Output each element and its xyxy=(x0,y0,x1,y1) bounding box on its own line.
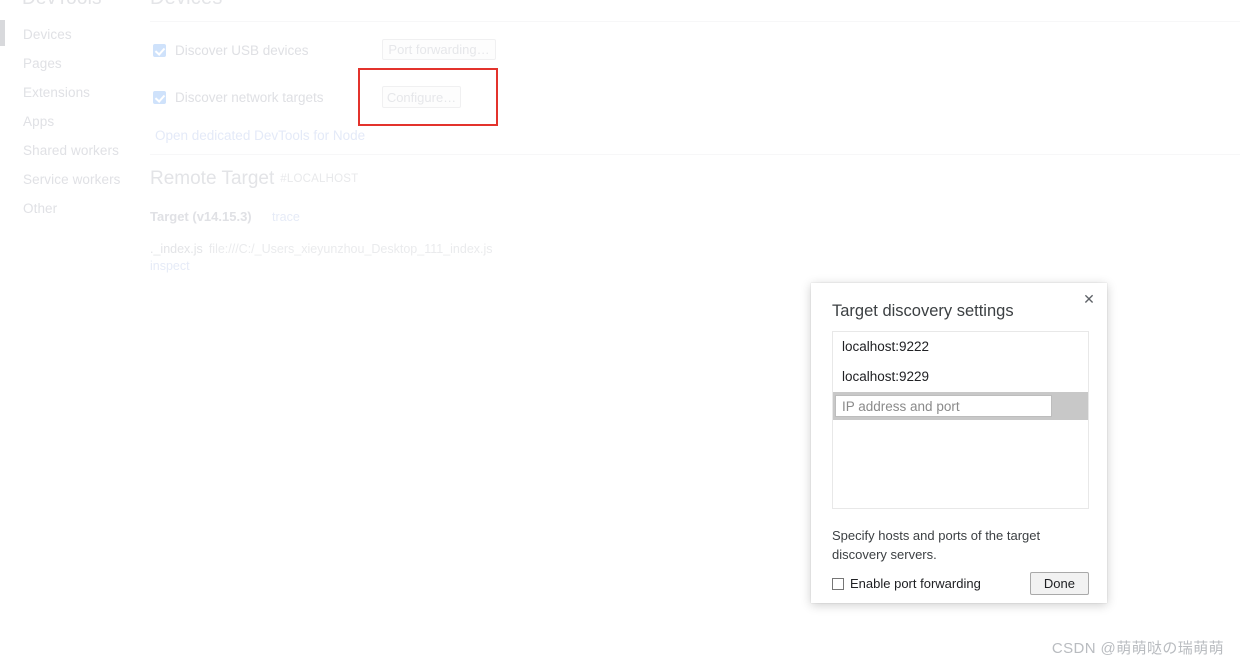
inspect-page: DevTools Devices Pages Extensions Apps S… xyxy=(0,0,1240,666)
target-file-url: file:///C:/_Users_xieyunzhou_Desktop_111… xyxy=(208,242,493,256)
target-file-block: ._index.js file:///C:/_Users_xieyunzhou_D… xyxy=(150,241,510,275)
sidebar-item-other[interactable]: Other xyxy=(23,201,57,216)
dialog-title: Target discovery settings xyxy=(832,302,1014,320)
list-item[interactable]: localhost:9229 xyxy=(833,362,1088,392)
discover-network-label: Discover network targets xyxy=(175,90,324,105)
sidebar-item-extensions[interactable]: Extensions xyxy=(23,85,90,100)
sidebar-item-shared-workers[interactable]: Shared workers xyxy=(23,143,119,158)
sidebar-title: DevTools xyxy=(22,0,102,10)
discover-usb-row[interactable]: Discover USB devices xyxy=(153,43,309,58)
divider-bottom xyxy=(150,154,1240,155)
divider-top xyxy=(150,21,1240,22)
done-button[interactable]: Done xyxy=(1029,572,1089,595)
dialog-footer: Enable port forwarding Done xyxy=(832,572,1089,595)
discover-usb-label: Discover USB devices xyxy=(175,43,309,58)
remote-target-heading: Remote Target #LOCALHOST xyxy=(150,168,358,190)
discover-network-row[interactable]: Discover network targets xyxy=(153,90,324,105)
target-version-label: Target (v14.15.3) xyxy=(150,209,252,224)
port-forwarding-button[interactable]: Port forwarding… xyxy=(382,39,496,60)
new-host-row[interactable] xyxy=(833,392,1088,420)
sidebar-selection-indicator xyxy=(0,20,5,46)
enable-port-forwarding-row[interactable]: Enable port forwarding xyxy=(832,576,981,591)
target-discovery-settings-dialog: ✕ Target discovery settings localhost:92… xyxy=(811,283,1107,603)
sidebar-item-devices[interactable]: Devices xyxy=(23,27,72,42)
target-file-name: ._index.js xyxy=(150,242,203,256)
trace-link[interactable]: trace xyxy=(272,210,300,224)
sidebar-item-apps[interactable]: Apps xyxy=(23,114,54,129)
ip-address-and-port-input[interactable] xyxy=(835,395,1052,417)
list-item[interactable]: localhost:9222 xyxy=(833,332,1088,362)
enable-port-forwarding-checkbox[interactable] xyxy=(832,577,844,590)
sidebar: DevTools Devices Pages Extensions Apps S… xyxy=(0,0,150,666)
watermark: CSDN @萌萌哒の瑞萌萌 xyxy=(1051,640,1224,657)
inspect-link[interactable]: inspect xyxy=(150,259,190,273)
dialog-help-text: Specify hosts and ports of the target di… xyxy=(832,528,1041,562)
page-title: Devices xyxy=(150,0,223,10)
discover-usb-checkbox[interactable] xyxy=(153,44,166,57)
sidebar-item-service-workers[interactable]: Service workers xyxy=(23,172,121,187)
remote-target-title: Remote Target xyxy=(150,168,275,189)
configure-button[interactable]: Configure… xyxy=(382,86,461,108)
enable-port-forwarding-label: Enable port forwarding xyxy=(850,576,981,591)
discover-network-checkbox[interactable] xyxy=(153,91,166,104)
sidebar-item-pages[interactable]: Pages xyxy=(23,56,62,71)
open-node-devtools-link[interactable]: Open dedicated DevTools for Node xyxy=(155,128,365,143)
host-list[interactable]: localhost:9222 localhost:9229 xyxy=(832,331,1089,509)
close-icon[interactable]: ✕ xyxy=(1079,289,1099,309)
remote-target-anchor: #LOCALHOST xyxy=(280,173,359,185)
